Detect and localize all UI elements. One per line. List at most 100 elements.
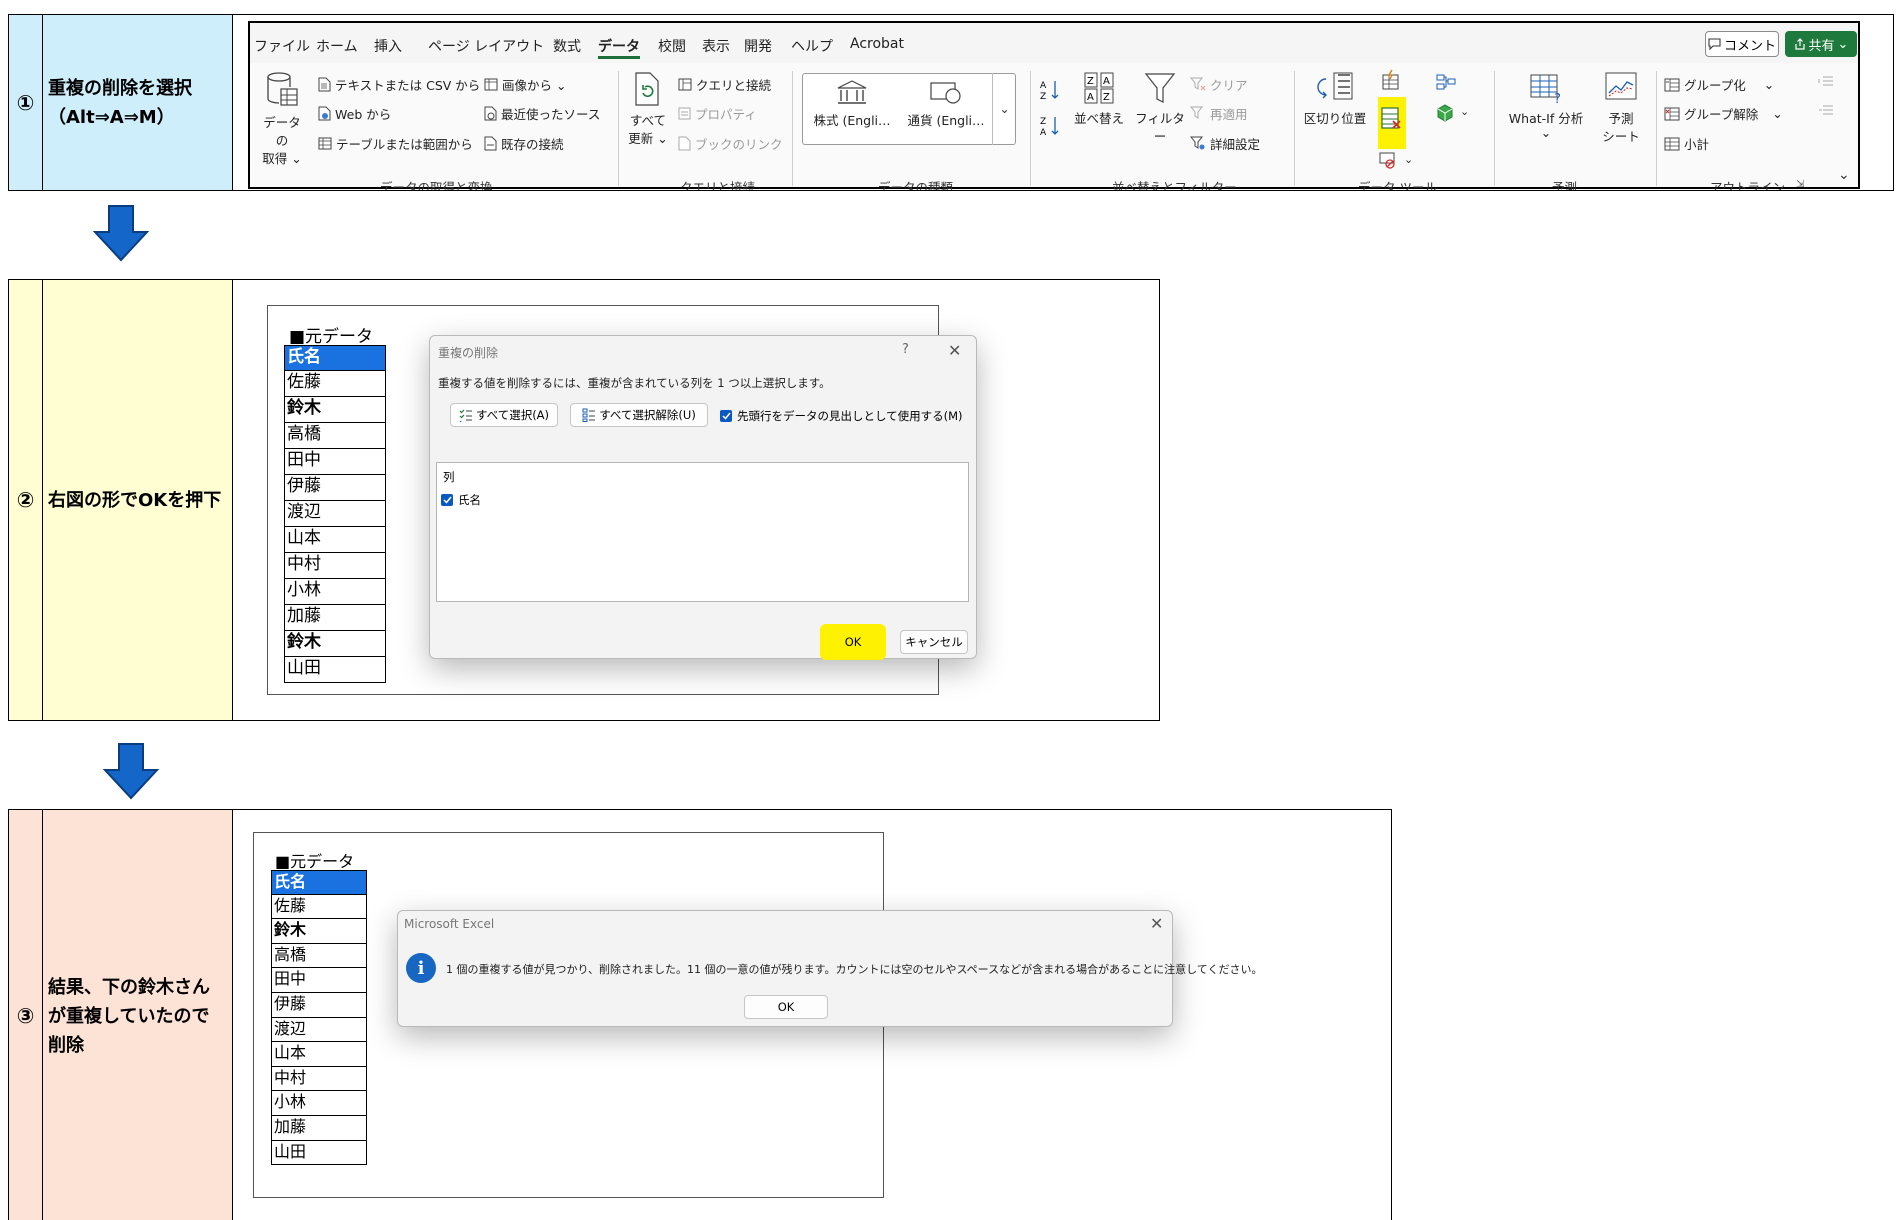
sort-ascending-button[interactable]: AZ (1040, 79, 1060, 101)
close-icon[interactable]: ✕ (948, 341, 961, 360)
help-icon[interactable]: ? (902, 342, 909, 357)
table-cell[interactable]: 小林 (285, 579, 385, 605)
tab-acrobat[interactable]: Acrobat (850, 36, 904, 52)
cancel-button[interactable]: キャンセル (900, 630, 968, 654)
table-cell[interactable]: 山田 (285, 657, 385, 683)
close-icon[interactable]: ✕ (1150, 914, 1163, 933)
table-cell[interactable]: 高橋 (285, 423, 385, 449)
tab-formulas[interactable]: 数式 (553, 36, 581, 56)
table-cell[interactable]: 高橋 (272, 944, 366, 969)
what-if-analysis-button[interactable]: ? What-If 分析 ⌄ (1500, 71, 1592, 139)
tab-review[interactable]: 校閲 (658, 36, 686, 56)
flash-fill-button[interactable] (1380, 69, 1404, 93)
table-cell[interactable]: 山田 (272, 1141, 366, 1166)
from-image-button[interactable]: 画像から ⌄ (484, 75, 566, 94)
column-header-cell[interactable]: 氏名 (272, 870, 366, 895)
currency-button[interactable]: 通貨 (Engli… (900, 79, 992, 130)
book-links-button[interactable]: ブックのリンク (678, 134, 783, 153)
table-cell[interactable]: 中村 (285, 553, 385, 579)
text-to-columns-button[interactable]: 区切り位置 (1302, 71, 1368, 128)
reapply-button[interactable]: 再適用 (1190, 104, 1248, 123)
table-cell[interactable]: 田中 (272, 968, 366, 993)
table-cell[interactable]: 山本 (272, 1042, 366, 1067)
refresh-all-label-1: すべて (629, 113, 667, 128)
table-cell[interactable]: 渡辺 (285, 501, 385, 527)
tab-help[interactable]: ヘルプ (791, 36, 833, 56)
sort-descending-button[interactable]: ZA (1040, 115, 1060, 137)
data-model-button[interactable]: ⌄ (1436, 103, 1476, 125)
tab-page-layout[interactable]: ページ レイアウト (428, 36, 544, 56)
refresh-all-button[interactable]: すべて 更新 ⌄ (626, 71, 670, 148)
properties-button[interactable]: プロパティ (678, 104, 757, 123)
svg-text:Z: Z (1040, 117, 1046, 127)
table-cell[interactable]: 山本 (285, 527, 385, 553)
collapse-ribbon-icon[interactable]: ⌄ (1838, 167, 1850, 183)
filter-button[interactable]: フィルター (1134, 71, 1186, 146)
hide-detail-button[interactable] (1818, 104, 1834, 116)
ok-button[interactable]: OK (828, 630, 878, 654)
table-cell[interactable]: 鈴木 (285, 397, 385, 423)
table-cell[interactable]: 田中 (285, 449, 385, 475)
tab-home[interactable]: ホーム (316, 36, 358, 56)
relationships-button[interactable] (1436, 73, 1458, 93)
table-cell[interactable]: 中村 (272, 1067, 366, 1092)
excel-ribbon: ファイル ホーム 挿入 ページ レイアウト 数式 データ 校閲 表示 開発 ヘル… (248, 21, 1860, 190)
table-cell[interactable]: 小林 (272, 1091, 366, 1116)
tab-data[interactable]: データ (598, 36, 640, 56)
subtotal-button[interactable]: 小計 (1664, 134, 1709, 153)
table-cell[interactable]: 伊藤 (285, 475, 385, 501)
ok-button[interactable]: OK (744, 995, 828, 1019)
table-cell[interactable]: 加藤 (285, 605, 385, 631)
clear-filter-button[interactable]: クリア (1190, 75, 1248, 94)
recent-sources-label: 最近使ったソース (501, 107, 601, 122)
step-1-desc-line: 重複の削除を選択 (48, 77, 192, 99)
queries-connections-button[interactable]: クエリと接続 (678, 75, 771, 94)
unselect-all-button[interactable]: すべて選択解除(U) (570, 403, 708, 427)
forecast-sheet-label-2: シート (1602, 129, 1640, 144)
forecast-sheet-button[interactable]: 予測 シート (1596, 71, 1646, 146)
tab-file[interactable]: ファイル (254, 36, 310, 56)
data-validation-button[interactable]: ⌄ (1378, 151, 1420, 173)
show-detail-button[interactable] (1818, 75, 1834, 87)
step-2-number: ② (9, 280, 43, 720)
comment-button[interactable]: コメント (1705, 31, 1779, 57)
checkbox-checked-icon (720, 410, 732, 422)
get-data-button[interactable]: データの 取得 ⌄ (260, 71, 304, 168)
ungroup-button[interactable]: グループ解除 ⌄ (1664, 104, 1783, 123)
sort-button[interactable]: ZAAZ 並べ替え (1070, 71, 1128, 128)
data-types-expand-button[interactable]: ⌄ (992, 73, 1016, 145)
existing-connections-icon (484, 136, 497, 151)
checkbox-checked-icon (441, 494, 453, 506)
header-row-checkbox[interactable]: 先頭行をデータの見出しとして使用する(M) (720, 408, 963, 424)
recent-sources-button[interactable]: 最近使ったソース (484, 104, 600, 123)
from-web-button[interactable]: Web から (318, 104, 391, 123)
remove-duplicates-button[interactable] (1378, 97, 1406, 149)
column-header-cell[interactable]: 氏名 (285, 345, 385, 371)
advanced-filter-icon (1190, 136, 1205, 150)
table-cell[interactable]: 伊藤 (272, 993, 366, 1018)
column-item-checkbox[interactable]: 氏名 (441, 492, 481, 508)
select-all-button[interactable]: すべて選択(A) (450, 403, 558, 427)
subtotal-icon (1664, 137, 1680, 150)
group-button[interactable]: グループ化 ⌄ (1664, 75, 1774, 94)
table-cell[interactable]: 鈴木 (272, 919, 366, 944)
tab-developer[interactable]: 開発 (744, 36, 772, 56)
tab-view[interactable]: 表示 (702, 36, 730, 56)
table-cell[interactable]: 佐藤 (272, 895, 366, 920)
step-2-description: 右図の形でOKを押下 (43, 280, 233, 720)
advanced-filter-button[interactable]: 詳細設定 (1190, 134, 1260, 153)
table-cell[interactable]: 鈴木 (285, 631, 385, 657)
unselect-all-label: すべて選択解除(U) (599, 408, 696, 422)
dialog-launcher-icon[interactable]: ⇲ (1796, 179, 1804, 190)
from-table-range-button[interactable]: テーブルまたは範囲から (318, 134, 473, 153)
from-text-csv-button[interactable]: テキストまたは CSV から (318, 75, 480, 94)
clear-filter-icon (1190, 77, 1206, 91)
table-cell[interactable]: 佐藤 (285, 371, 385, 397)
get-data-label-2: 取得 ⌄ (262, 151, 302, 166)
existing-connections-button[interactable]: 既存の接続 (484, 134, 564, 153)
table-cell[interactable]: 加藤 (272, 1116, 366, 1141)
share-button[interactable]: 共有 ⌄ (1785, 31, 1857, 57)
table-cell[interactable]: 渡辺 (272, 1018, 366, 1043)
tab-insert[interactable]: 挿入 (374, 36, 402, 56)
stocks-button[interactable]: 株式 (Engli… (806, 79, 898, 130)
